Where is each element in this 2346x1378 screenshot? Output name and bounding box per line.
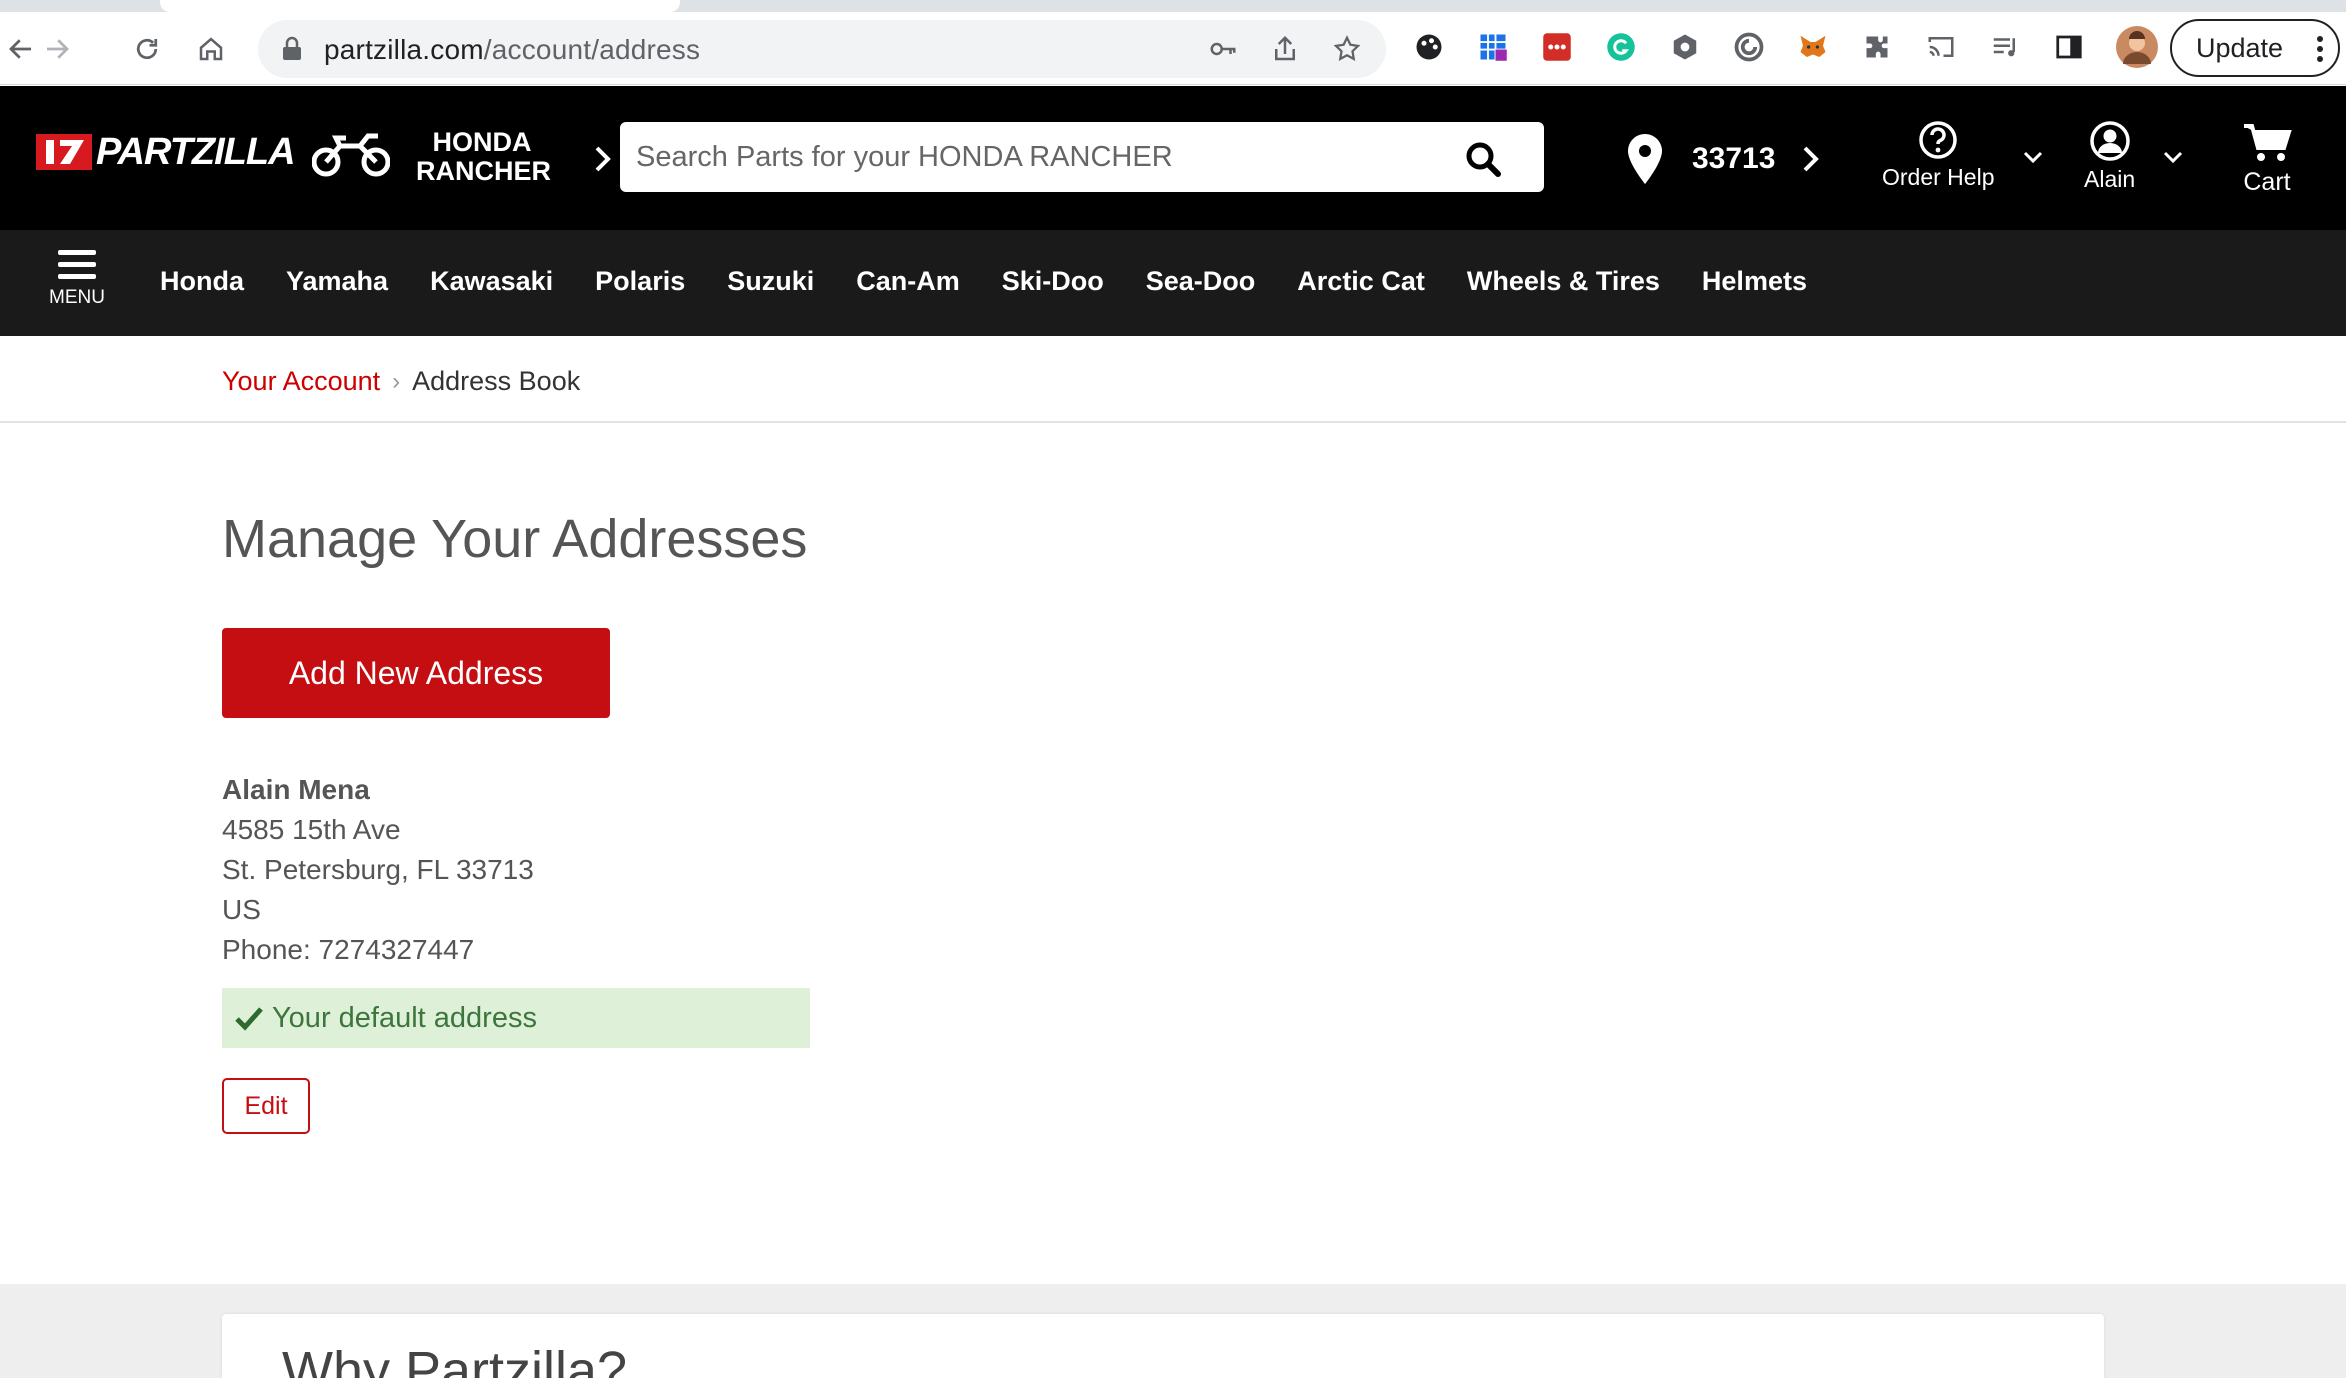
update-button[interactable]: Update	[2170, 19, 2340, 77]
nav-item-wheels-tires[interactable]: Wheels & Tires	[1467, 266, 1660, 297]
cart-link[interactable]: Cart	[2242, 122, 2292, 197]
address-name: Alain Mena	[222, 774, 370, 805]
order-help-chevron-down-icon[interactable]	[2022, 150, 2044, 164]
check-icon	[235, 1007, 263, 1031]
breadcrumb-separator-icon: ›	[392, 367, 401, 395]
zip-code[interactable]: 33713	[1692, 142, 1775, 176]
address-country: US	[222, 894, 261, 925]
reload-icon[interactable]	[126, 28, 168, 70]
order-help-label: Order Help	[1882, 164, 1995, 190]
lock-icon	[283, 36, 301, 60]
grammarly-extension-icon[interactable]	[1604, 30, 1638, 64]
selected-vehicle[interactable]: HONDA RANCHER	[416, 127, 551, 186]
address-bar[interactable]: partzilla.com/account/address	[258, 20, 1386, 78]
account-name: Alain	[2084, 166, 2136, 192]
more-vert-icon	[2317, 36, 2323, 62]
circular-extension-icon[interactable]	[1732, 30, 1766, 64]
browser-tab-strip	[0, 0, 2346, 12]
vehicle-model: RANCHER	[416, 156, 551, 186]
breadcrumb-your-account[interactable]: Your Account	[222, 366, 380, 397]
cart-label: Cart	[2243, 168, 2291, 196]
active-tab[interactable]	[160, 0, 680, 12]
user-account-icon	[2089, 121, 2130, 161]
nav-item-yamaha[interactable]: Yamaha	[286, 266, 388, 297]
default-address-label: Your default address	[272, 1001, 537, 1034]
address-card: Alain Mena 4585 15th Ave St. Petersburg,…	[222, 770, 534, 970]
vehicle-make: HONDA	[432, 127, 532, 157]
nav-item-can-am[interactable]: Can-Am	[856, 266, 960, 297]
zip-chevron-right-icon[interactable]	[1800, 144, 1822, 174]
category-list: Honda Yamaha Kawasaki Polaris Suzuki Can…	[160, 266, 1849, 297]
nav-item-kawasaki[interactable]: Kawasaki	[430, 266, 553, 297]
edit-address-button[interactable]: Edit	[222, 1078, 310, 1134]
add-new-address-button[interactable]: Add New Address	[222, 628, 610, 718]
help-circle-icon	[1919, 121, 1957, 159]
address-phone: Phone: 7274327447	[222, 934, 475, 965]
media-playlist-icon[interactable]	[1988, 30, 2022, 64]
page-title: Manage Your Addresses	[222, 509, 808, 569]
category-nav: MENU Honda Yamaha Kawasaki Polaris Suzuk…	[0, 230, 2346, 336]
why-partzilla-card: Why Partzilla?	[222, 1314, 2104, 1378]
motorcycle-icon[interactable]	[312, 130, 390, 178]
partzilla-logo[interactable]: PARTZILLA	[36, 130, 296, 173]
cast-icon[interactable]	[1924, 30, 1958, 64]
nav-item-ski-doo[interactable]: Ski-Doo	[1002, 266, 1104, 297]
default-address-badge: Your default address	[222, 988, 810, 1048]
grid-extension-icon[interactable]	[1476, 30, 1510, 64]
partzilla-logo-mark-icon	[36, 134, 92, 170]
menu-button[interactable]: MENU	[40, 250, 114, 320]
menu-label: MENU	[49, 287, 105, 308]
key-icon[interactable]	[1208, 34, 1238, 64]
hexagon-extension-icon[interactable]	[1668, 30, 1702, 64]
palette-extension-icon[interactable]	[1412, 30, 1446, 64]
forward-icon[interactable]	[36, 28, 78, 70]
order-help-link[interactable]: Order Help	[1882, 120, 1994, 191]
url-text: partzilla.com/account/address	[324, 34, 701, 65]
location-pin-icon[interactable]	[1628, 134, 1662, 184]
home-icon[interactable]	[190, 28, 232, 70]
address-street: 4585 15th Ave	[222, 814, 401, 845]
search-input[interactable]	[636, 122, 1456, 192]
search-bar	[620, 122, 1544, 192]
breadcrumb-address-book: Address Book	[412, 366, 581, 396]
why-partzilla-title: Why Partzilla?	[282, 1341, 628, 1378]
profile-avatar[interactable]	[2116, 26, 2158, 68]
browser-toolbar: partzilla.com/account/address Update	[0, 12, 2346, 85]
breadcrumb: Your Account › Address Book	[222, 366, 580, 397]
shopping-cart-icon	[2244, 124, 2292, 161]
chevron-right-icon[interactable]	[592, 144, 614, 174]
metamask-fox-icon[interactable]	[1796, 30, 1830, 64]
logo-text: PARTZILLA	[96, 130, 296, 173]
nav-item-polaris[interactable]: Polaris	[595, 266, 685, 297]
hamburger-icon	[58, 250, 96, 279]
nav-item-sea-doo[interactable]: Sea-Doo	[1146, 266, 1256, 297]
nav-item-arctic-cat[interactable]: Arctic Cat	[1297, 266, 1425, 297]
nav-item-suzuki[interactable]: Suzuki	[727, 266, 814, 297]
nav-item-helmets[interactable]: Helmets	[1702, 266, 1807, 297]
share-icon[interactable]	[1270, 34, 1300, 64]
bookmark-star-icon[interactable]	[1332, 34, 1362, 64]
lastpass-extension-icon[interactable]	[1540, 30, 1574, 64]
breadcrumb-divider	[0, 421, 2346, 423]
account-chevron-down-icon[interactable]	[2162, 150, 2184, 164]
nav-item-honda[interactable]: Honda	[160, 266, 244, 297]
address-city-line: St. Petersburg, FL 33713	[222, 854, 534, 885]
account-menu[interactable]: Alain	[2084, 120, 2135, 193]
side-panel-icon[interactable]	[2052, 30, 2086, 64]
site-header: PARTZILLA HONDA RANCHER 33713 Order Help…	[0, 86, 2346, 230]
extensions-puzzle-icon[interactable]	[1860, 30, 1894, 64]
search-icon[interactable]	[1464, 140, 1502, 178]
